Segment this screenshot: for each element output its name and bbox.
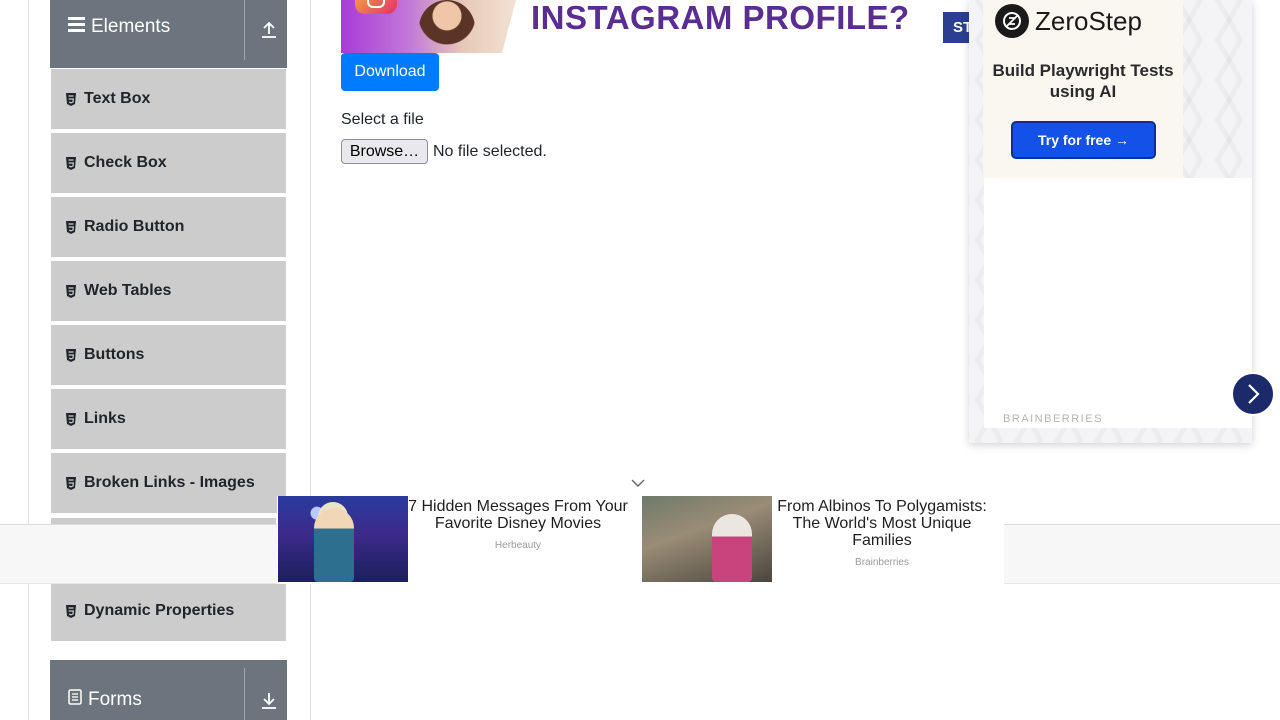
html5-icon (66, 476, 76, 490)
ad-card-image[interactable] (642, 496, 772, 582)
sidebar-item-web-tables[interactable]: Web Tables (51, 261, 286, 323)
zerostep-tagline: Build Playwright Tests using AI (992, 61, 1174, 101)
divider (244, 0, 245, 60)
ad-blank-area (984, 178, 1252, 428)
zerostep-brand: ZeroStep (1035, 5, 1142, 36)
banner-person-image (419, 0, 475, 53)
chevron-right-icon (1248, 384, 1260, 404)
left-border (28, 0, 29, 720)
form-icon (68, 689, 82, 711)
ad-card-image[interactable] (278, 496, 408, 582)
group-header-elements[interactable]: Elements (50, 0, 287, 68)
zerostep-logo: ZeroStep (995, 4, 1142, 38)
ad-card-text[interactable]: 7 Hidden Messages From Your Favorite Dis… (408, 498, 628, 551)
ad-network-label: BRAINBERRIES (1003, 413, 1103, 425)
group-title-elements: Elements (91, 16, 171, 37)
sidebar-item-label: Buttons (84, 346, 145, 363)
zerostep-logo-icon (995, 4, 1029, 38)
next-arrow-button[interactable] (1231, 372, 1275, 416)
browse-button[interactable]: Browse… (341, 139, 428, 164)
download-button[interactable]: Download (341, 53, 439, 91)
sidebar-item-broken-links[interactable]: Broken Links - Images (51, 453, 286, 515)
sidebar-item-dynamic-properties[interactable]: Dynamic Properties (51, 581, 286, 643)
instagram-icon (355, 0, 397, 14)
sidebar-item-label: Links (84, 410, 126, 427)
divider (244, 668, 245, 720)
html5-icon (66, 92, 76, 106)
ad-card-source: Brainberries (855, 557, 909, 568)
ad-card-headline[interactable]: From Albinos To Polygamists: The World's… (772, 498, 992, 549)
group-header-forms[interactable]: Forms (50, 660, 287, 720)
banner-ad[interactable]: INSTAGRAM PROFILE? ST (341, 0, 969, 53)
upload-label: Select a file (341, 111, 424, 128)
sidebar-item-label: Text Box (84, 90, 151, 107)
banner-start-button[interactable]: ST (943, 12, 969, 43)
expand-down-icon[interactable] (258, 690, 280, 712)
sidebar-item-links[interactable]: Links (51, 389, 286, 451)
chevron-down-icon[interactable] (631, 478, 645, 488)
sidebar-item-label: Check Box (84, 154, 167, 171)
html5-icon (66, 412, 76, 426)
page: Elements Text Box Check Box Radio Button… (0, 0, 1280, 720)
file-status: No file selected. (433, 143, 547, 160)
ad-card-text[interactable]: From Albinos To Polygamists: The World's… (772, 498, 992, 568)
html5-icon (66, 284, 76, 298)
sidebar-border (310, 0, 311, 720)
html5-icon (66, 348, 76, 362)
zerostep-card[interactable]: ZeroStep Build Playwright Tests using AI… (983, 0, 1183, 178)
sidebar-item-buttons[interactable]: Buttons (51, 325, 286, 387)
sidebar-item-radio-button[interactable]: Radio Button (51, 197, 286, 259)
sidebar-item-label: Dynamic Properties (84, 602, 235, 619)
banner-headline: INSTAGRAM PROFILE? (531, 0, 910, 36)
sidebar-item-label: Web Tables (84, 282, 172, 299)
hamburger-icon (68, 16, 85, 38)
sidebar-item-label: Radio Button (84, 218, 185, 235)
html5-icon (66, 220, 76, 234)
html5-icon (66, 156, 76, 170)
right-ad[interactable]: ZeroStep Build Playwright Tests using AI… (969, 0, 1252, 443)
ad-card-source: Herbeauty (494, 540, 542, 551)
bottom-ad[interactable]: 7 Hidden Messages From Your Favorite Dis… (277, 496, 1004, 584)
sidebar-item-check-box[interactable]: Check Box (51, 133, 286, 195)
banner-photo (341, 0, 516, 53)
try-for-free-button[interactable]: Try for free → (1011, 121, 1156, 159)
group-title-forms: Forms (88, 689, 142, 710)
collapse-up-icon[interactable] (258, 19, 280, 41)
ad-card-headline[interactable]: 7 Hidden Messages From Your Favorite Dis… (408, 498, 628, 532)
sidebar-item-text-box[interactable]: Text Box (51, 69, 286, 131)
sidebar-item-label: Broken Links - Images (84, 474, 255, 491)
html5-icon (66, 604, 76, 618)
